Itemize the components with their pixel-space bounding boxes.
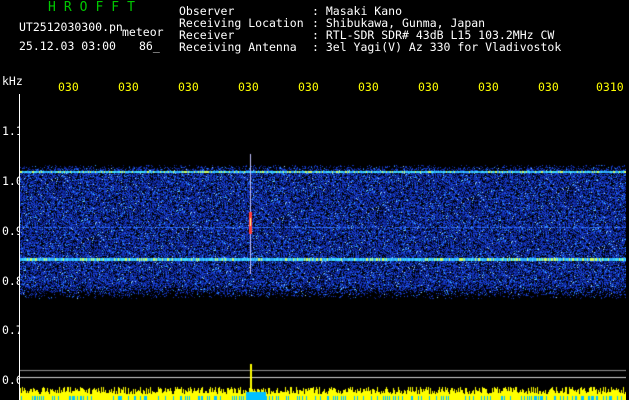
x-tick: 030 [118, 80, 139, 94]
hrofft-window: HROFFT UT2512030300.pn meteor 25.12.03 0… [0, 0, 629, 400]
x-tick: 030 [478, 80, 499, 94]
x-tick: 030 [298, 80, 319, 94]
app-title: HROFFT [48, 0, 143, 15]
x-tick: 030 [178, 80, 199, 94]
meteor-label: meteor [122, 25, 164, 39]
x-tick: 030 [58, 80, 79, 94]
antenna-key: Receiving Antenna [179, 40, 297, 54]
spectrogram-canvas [20, 94, 626, 400]
x-tick: 030 [538, 80, 559, 94]
x-tick: 030 [238, 80, 259, 94]
filename-label: UT2512030300.pn [19, 20, 123, 34]
meteor-count: 86_ [139, 39, 160, 53]
x-tick: 030 [358, 80, 379, 94]
x-tick: 0310 [596, 80, 624, 94]
y-axis-unit: kHz [2, 74, 23, 88]
x-tick: 030 [418, 80, 439, 94]
antenna-value: : 3el Yagi(V) Az 330 for Vladivostok [312, 40, 562, 54]
datetime-label: 25.12.03 03:00 [19, 39, 116, 53]
